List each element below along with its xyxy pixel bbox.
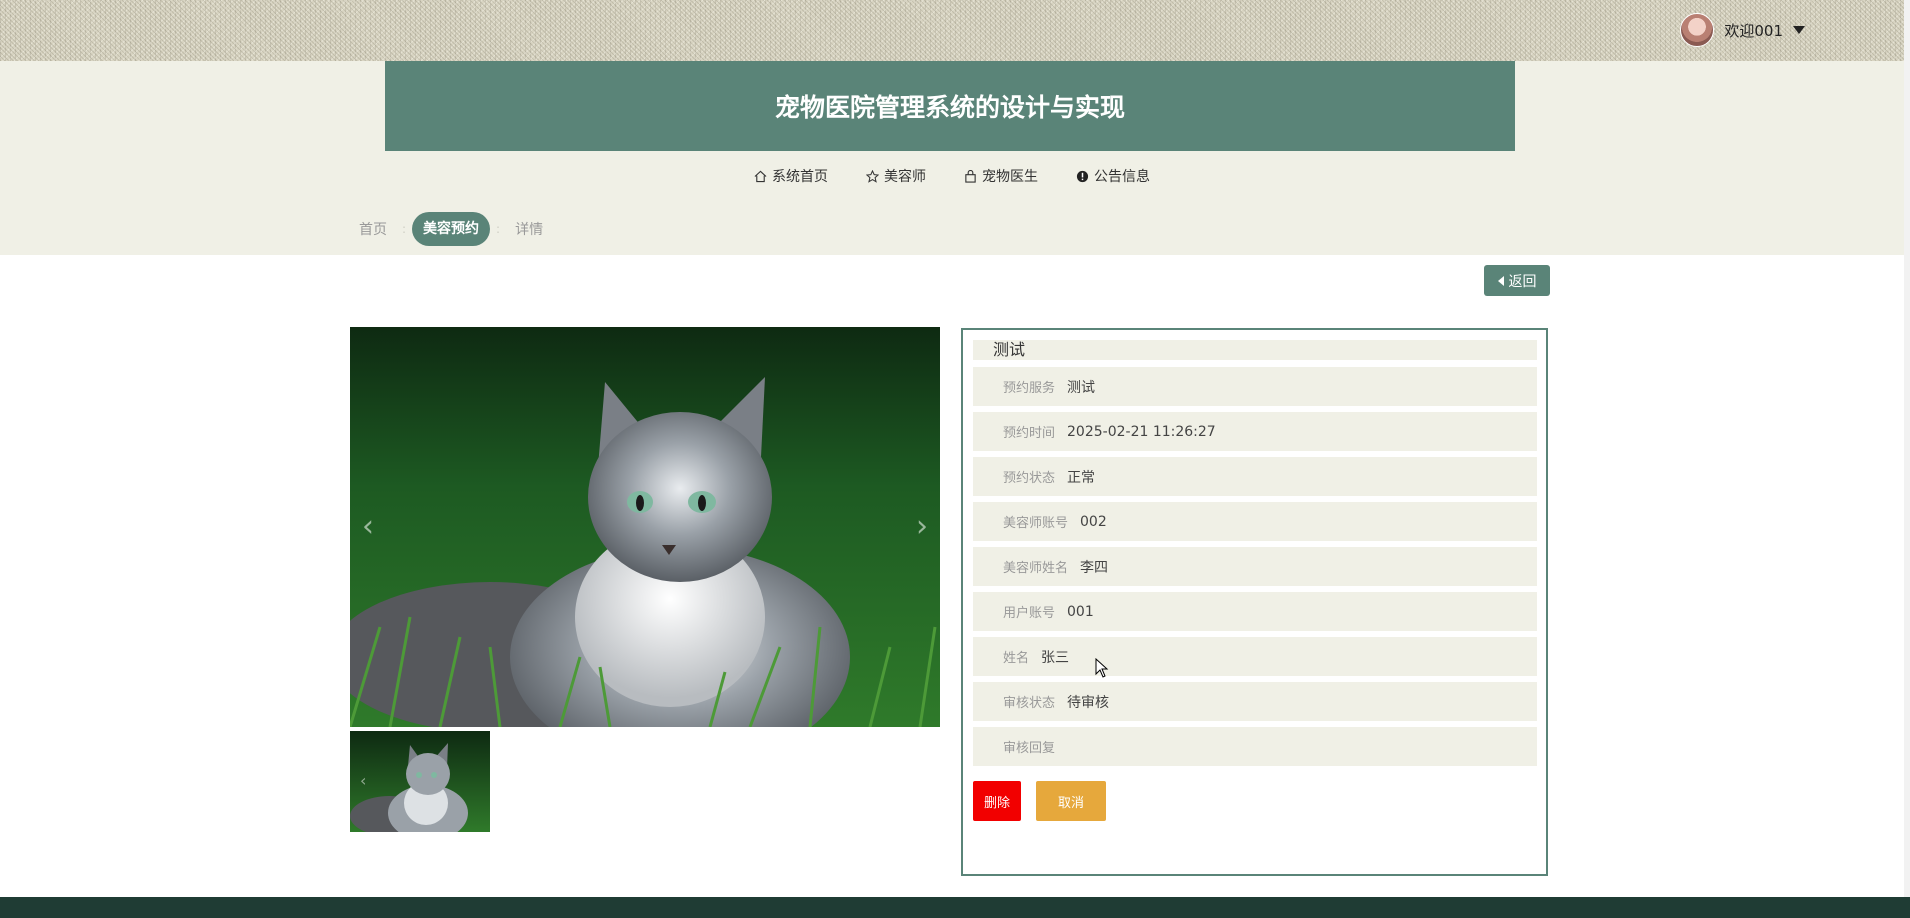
breadcrumb-separator: : (496, 222, 501, 236)
site-title-box: 宠物医院管理系统的设计与实现 (385, 61, 1515, 151)
user-menu[interactable]: 欢迎001 (1680, 13, 1805, 47)
detail-row: 用户账号 001 (973, 592, 1537, 631)
cancel-button[interactable]: 取消 (1036, 781, 1106, 821)
detail-row: 姓名 张三 (973, 637, 1537, 676)
row-label: 预约状态 (1003, 471, 1056, 486)
breadcrumb-current[interactable]: 美容预约 (412, 212, 491, 246)
row-label: 审核状态 (1003, 696, 1056, 711)
caret-left-icon (1497, 275, 1504, 286)
nav-item-beautician[interactable]: 美容师 (866, 163, 926, 189)
detail-row: 审核回复 (973, 727, 1537, 766)
delete-button[interactable]: 删除 (973, 781, 1021, 821)
row-label: 审核回复 (1003, 741, 1056, 756)
carousel-next-icon[interactable]: › (916, 512, 928, 542)
nav-label: 宠物医生 (982, 169, 1038, 185)
nav-item-home[interactable]: 系统首页 (754, 163, 828, 189)
mouse-cursor-icon (1095, 658, 1109, 678)
main-image: ‹ › (350, 327, 940, 727)
row-value: 002 (1080, 513, 1107, 530)
row-value: 正常 (1067, 469, 1096, 486)
breadcrumb-home[interactable]: 首页 (350, 219, 396, 239)
back-button[interactable]: 返回 (1484, 265, 1550, 296)
breadcrumb-detail: 详情 (515, 222, 544, 238)
cat-photo (350, 377, 937, 727)
row-value: 001 (1067, 603, 1094, 620)
detail-row: 审核状态 待审核 (973, 682, 1537, 721)
avatar[interactable] (1680, 13, 1715, 47)
row-value: 2025-02-21 11:26:27 (1067, 423, 1216, 440)
top-bar (0, 0, 1904, 61)
row-label: 预约服务 (1003, 381, 1056, 396)
row-value: 张三 (1041, 649, 1070, 666)
thumbnail[interactable]: ‹ (350, 731, 490, 832)
bag-icon (965, 169, 976, 183)
detail-title: 测试 (973, 340, 1537, 360)
detail-row: 美容师账号 002 (973, 502, 1537, 541)
row-label: 美容师账号 (1003, 516, 1069, 531)
star-icon (866, 169, 879, 183)
back-label: 返回 (1508, 273, 1537, 290)
nav-item-notice[interactable]: 公告信息 (1076, 163, 1150, 189)
row-value: 待审核 (1067, 694, 1110, 711)
thumb-prev-icon[interactable]: ‹ (360, 771, 366, 790)
row-value: 李四 (1080, 559, 1109, 576)
caret-down-icon[interactable] (1793, 26, 1805, 34)
row-label: 预约时间 (1003, 426, 1056, 441)
row-label: 用户账号 (1003, 606, 1056, 621)
scrollbar[interactable] (1904, 0, 1910, 897)
site-title: 宠物医院管理系统的设计与实现 (774, 93, 1125, 122)
nav-label: 公告信息 (1094, 169, 1150, 185)
detail-row: 预约时间 2025-02-21 11:26:27 (973, 412, 1537, 451)
row-label: 姓名 (1003, 651, 1030, 666)
row-value: 测试 (1067, 379, 1096, 396)
row-label: 美容师姓名 (1003, 561, 1069, 576)
detail-panel: 测试 预约服务 测试 预约时间 2025-02-21 11:26:27 预约状态… (961, 328, 1548, 876)
detail-row: 预约状态 正常 (973, 457, 1537, 496)
home-icon (754, 170, 767, 182)
info-icon (1076, 170, 1089, 182)
carousel-prev-icon[interactable]: ‹ (362, 512, 374, 542)
welcome-text[interactable]: 欢迎001 (1724, 20, 1783, 41)
nav-item-doctor[interactable]: 宠物医生 (964, 163, 1038, 189)
nav-label: 美容师 (884, 169, 926, 185)
detail-row: 美容师姓名 李四 (973, 547, 1537, 586)
main-nav: 系统首页 美容师 宠物医生 公告信息 (0, 163, 1904, 189)
cat-thumbnail (350, 743, 468, 832)
nav-label: 系统首页 (772, 169, 828, 185)
breadcrumb: 首页 : 美容预约 : 详情 (350, 212, 552, 246)
footer (0, 897, 1910, 918)
detail-row: 预约服务 测试 (973, 367, 1537, 406)
breadcrumb-separator: : (402, 222, 407, 236)
